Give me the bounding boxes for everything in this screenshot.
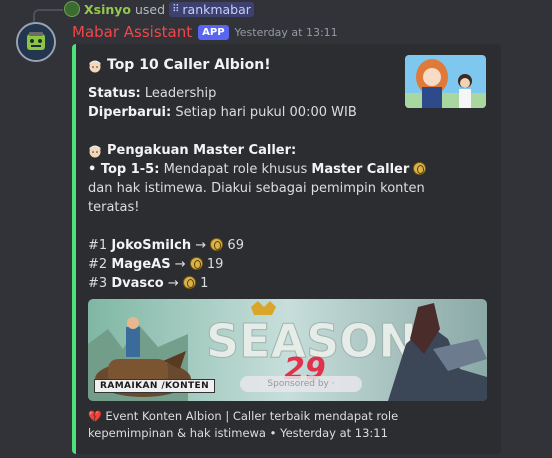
embed: Top 10 Caller Albion! Status: Leadership… (72, 44, 501, 454)
coin-icon (413, 162, 427, 175)
coin-icon (210, 238, 224, 251)
rank-number: #2 (88, 257, 108, 272)
slash-command-name: rankmabar (182, 1, 251, 17)
message-header: Mabar Assistant APP Yesterday at 13:11 (72, 22, 338, 42)
rank-arrow: → (167, 276, 179, 291)
rank-points: 19 (206, 257, 224, 272)
footer-separator: • (269, 426, 277, 440)
embed-footer: 💔 Event Konten Albion | Caller terbaik m… (88, 408, 486, 441)
status-label: Status: (88, 86, 141, 101)
app-badge: APP (198, 24, 229, 40)
reply-reference[interactable]: Xsinyo used ⠿ rankmabar (64, 0, 254, 18)
rank-row: #2 MageAS → 19 (88, 255, 398, 274)
updated-label: Diperbarui: (88, 105, 172, 120)
updated-value: Setiap hari pukul 00:00 WIB (175, 105, 357, 120)
bullet-prefix: • Top 1-5: (88, 162, 160, 177)
broken-heart-icon: 💔 (88, 410, 102, 423)
section-title-text: Pengakuan Master Caller: (107, 143, 297, 158)
rank-row: #1 JokoSmilch → 69 (88, 236, 398, 255)
reply-username[interactable]: Xsinyo (84, 2, 131, 17)
status-line: Status: Leadership (88, 84, 398, 103)
message-timestamp[interactable]: Yesterday at 13:11 (235, 26, 338, 39)
man-face-icon (89, 145, 101, 157)
slash-command[interactable]: ⠿ rankmabar (169, 1, 254, 17)
bullet-role: Master Caller (311, 162, 410, 177)
bot-username[interactable]: Mabar Assistant (72, 23, 192, 41)
reply-used-text: used (135, 1, 166, 17)
bot-avatar[interactable] (16, 22, 56, 62)
section-title: Pengakuan Master Caller: (88, 141, 398, 160)
rank-points: 1 (200, 276, 209, 291)
rank-points: 69 (227, 238, 244, 253)
updated-line: Diperbarui: Setiap hari pukul 00:00 WIB (88, 103, 398, 122)
embed-body: Top 10 Caller Albion! Status: Leadership… (88, 56, 427, 293)
embed-thumbnail[interactable] (405, 55, 486, 108)
reply-connector (33, 9, 63, 22)
coin-icon (182, 276, 196, 289)
rank-player: Dvasco (111, 276, 164, 291)
bullet-line-3: teratas! (88, 200, 140, 215)
coin-icon (189, 257, 203, 270)
embed-image[interactable]: SEASON 29 RAMAIKAN /KONTEN Sponsored by … (88, 299, 487, 401)
embed-accent-bar (72, 44, 76, 454)
slash-command-icon: ⠿ (172, 3, 180, 15)
rank-number: #3 (88, 276, 108, 291)
rank-player: MageAS (111, 257, 171, 272)
status-value: Leadership (144, 86, 217, 101)
sponsor-pill: Sponsored by · (240, 376, 362, 392)
embed-title: Top 10 Caller Albion! (88, 56, 398, 75)
bullet-text: Mendapat role khusus (163, 162, 308, 177)
rank-row: #3 Dvasco → 1 (88, 274, 398, 293)
rank-number: #1 (88, 238, 108, 253)
bullet-line-1: • Top 1-5: Mendapat role khusus Master C… (88, 160, 427, 179)
embed-title-text: Top 10 Caller Albion! (107, 57, 271, 73)
rank-player: JokoSmilch (111, 238, 192, 253)
rank-arrow: → (174, 257, 186, 272)
man-face-icon (89, 60, 101, 72)
rank-arrow: → (195, 238, 207, 253)
reply-user-avatar[interactable] (64, 1, 80, 17)
bullet-line-2: dan hak istimewa. Diakui sebagai pemimpi… (88, 181, 425, 196)
image-badge: RAMAIKAN /KONTEN (94, 379, 216, 393)
footer-timestamp: Yesterday at 13:11 (280, 426, 388, 440)
